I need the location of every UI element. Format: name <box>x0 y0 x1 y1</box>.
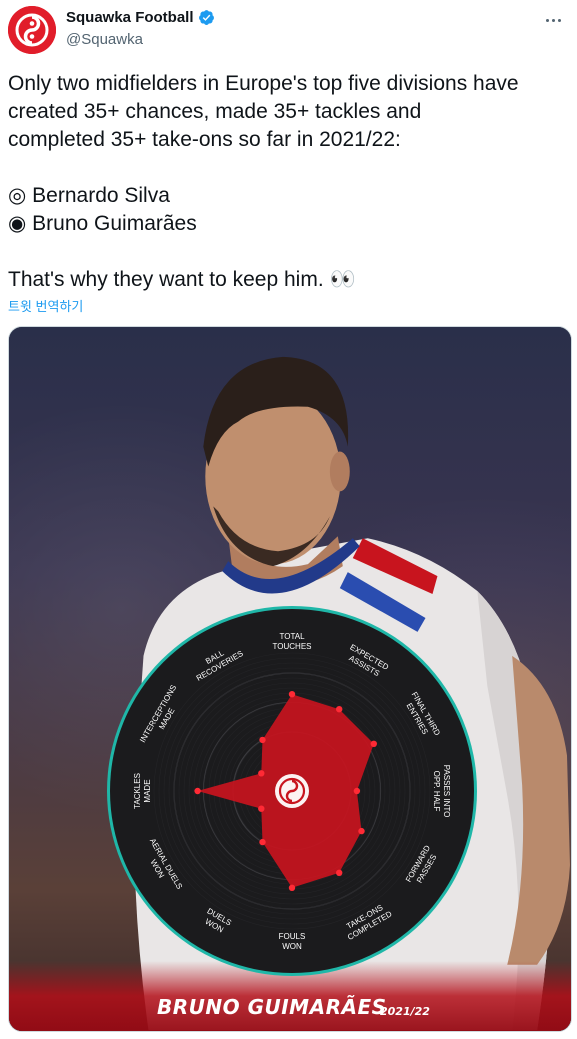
verified-badge-icon <box>198 10 214 25</box>
squawka-logo-icon <box>8 6 56 54</box>
radar-axis-label-line: OPP. HALF <box>432 771 441 812</box>
tweet-line: Only two midfielders in Europe's top fiv… <box>8 72 519 95</box>
tweet-text: Only two midfielders in Europe's top fiv… <box>8 70 568 294</box>
radar-axis-label-line: TACKLES <box>133 773 142 809</box>
radar-data-point <box>194 787 201 795</box>
radar-axis-label-line: TOTAL <box>279 632 305 641</box>
radar-axis-label-line: TOUCHES <box>273 642 312 651</box>
radar-data-point <box>288 691 296 698</box>
tweet-line: That's why they want to keep him. 👀 <box>8 268 356 291</box>
radar-data-point <box>258 770 265 777</box>
radar-axis-label: PASSES INTOOPP. HALF <box>432 765 451 818</box>
radar-data-point <box>259 736 266 744</box>
radar-data-point <box>353 787 361 795</box>
radar-data-point <box>370 740 377 747</box>
radar-data-point <box>258 805 265 812</box>
translate-tweet-link[interactable]: 트윗 번역하기 <box>8 296 83 315</box>
season-label: 2021/22 <box>380 1005 430 1018</box>
radar-data-point <box>259 838 266 846</box>
handle[interactable]: @Squawka <box>66 31 143 48</box>
radar-data-point <box>336 706 343 713</box>
player-name-label: BRUNO GUIMARÃES <box>157 995 387 1019</box>
radar-chart: TOTAL TOUCHES EXPECTED ASSISTS FINAL THIRD EN… <box>105 604 479 978</box>
tweet-media-image[interactable]: BRUNO GUIMARÃES 2021/22 TOTAL TOUCHES EXPE… <box>8 326 572 1032</box>
tweet-line: completed 35+ take-ons so far in 2021/22… <box>8 128 401 151</box>
radar-chart-svg: TOTALTOUCHES EXPECTEDASSISTSFINAL THIRDEN… <box>107 606 477 976</box>
tweet-line: ◎ Bernardo Silva <box>8 184 170 207</box>
more-options-icon[interactable] <box>541 10 565 30</box>
name-row: Squawka Football <box>66 9 215 26</box>
tweet-header: Squawka Football @Squawka <box>0 0 577 60</box>
radar-axis-label-line: FOULS <box>279 932 306 941</box>
radar-data-point <box>288 884 296 891</box>
tweet-line: ◉ Bruno Guimarães <box>8 212 197 235</box>
radar-axis-label-line: WON <box>282 942 302 951</box>
display-name[interactable]: Squawka Football <box>66 9 194 26</box>
radar-data-point <box>358 827 365 835</box>
avatar[interactable] <box>8 6 56 54</box>
radar-axis-label-line: PASSES INTO <box>442 765 451 818</box>
radar-axis-label-line: MADE <box>143 779 152 802</box>
tweet-line: created 35+ chances, made 35+ tackles an… <box>8 100 422 123</box>
radar-data-point <box>336 869 343 876</box>
radar-axis-label: FOULSWON <box>279 932 306 951</box>
